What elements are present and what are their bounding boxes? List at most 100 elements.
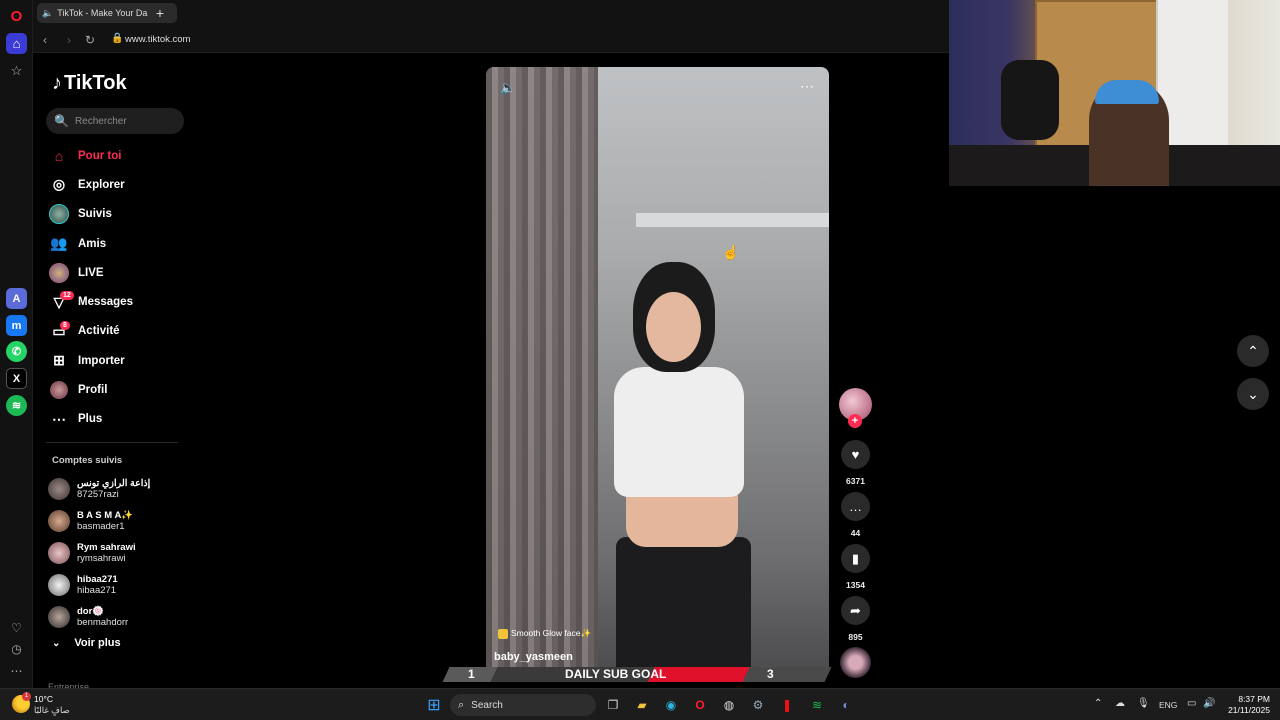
- speaker-icon[interactable]: 🔈: [42, 8, 53, 19]
- microphone-icon[interactable]: 🎙: [1137, 698, 1150, 709]
- avatar: [48, 606, 70, 628]
- nav-explorer[interactable]: ◎ Explorer: [46, 170, 186, 199]
- nav-label: Plus: [78, 413, 103, 426]
- network-icon[interactable]: ▭: [1187, 698, 1196, 709]
- nav-amis[interactable]: 👥 Amis: [46, 229, 186, 258]
- nav-activite[interactable]: ▭ 8 Activité: [46, 317, 186, 346]
- whatsapp-icon[interactable]: ✆: [6, 341, 27, 362]
- taskbar-clock[interactable]: 8:37 PM 21/11/2025: [1226, 694, 1270, 716]
- follow-plus-icon[interactable]: +: [848, 414, 862, 428]
- mouse-cursor-icon: ☝: [722, 244, 740, 260]
- windows-start-icon[interactable]: ⊞: [425, 696, 443, 714]
- followed-account[interactable]: Rym sahrawi rymsahrawi: [48, 537, 188, 569]
- aria-icon[interactable]: A: [6, 288, 27, 309]
- tiktok-logo[interactable]: ♪ TikTok: [52, 72, 127, 95]
- comment-count: 44: [850, 528, 861, 538]
- nav-suivis[interactable]: Suivis: [46, 200, 186, 229]
- nav-importer[interactable]: ⊞ Importer: [46, 346, 186, 375]
- tray-chevron-icon[interactable]: ⌃: [1094, 698, 1102, 709]
- like-icon[interactable]: ♥: [841, 440, 870, 469]
- heart-icon[interactable]: ♡: [6, 619, 27, 637]
- opera-taskbar-icon[interactable]: O: [691, 696, 709, 714]
- weather-description[interactable]: صافٍ غالبًا: [34, 705, 70, 716]
- history-icon[interactable]: ◷: [6, 640, 27, 658]
- weather-temperature[interactable]: 10°C: [34, 694, 53, 704]
- file-explorer-icon[interactable]: ▰: [633, 696, 651, 714]
- chevron-down-icon: ⌄: [52, 637, 61, 649]
- lock-icon: 🔒: [111, 33, 124, 44]
- effect-tag[interactable]: Smooth Glow face✨: [498, 628, 591, 639]
- account-name: dor🍥: [77, 606, 105, 617]
- nav-live[interactable]: LIVE: [46, 258, 186, 287]
- new-tab-icon[interactable]: +: [151, 4, 169, 22]
- address-bar: ‹ › ↻ 🔒 www.tiktok.com: [33, 27, 949, 53]
- followed-account[interactable]: dor🍥 benmahdorr: [48, 601, 188, 633]
- search-input[interactable]: [74, 115, 175, 127]
- volume-icon[interactable]: 🔊: [1203, 698, 1215, 709]
- tab-title: TikTok - Make Your Da: [57, 8, 148, 18]
- video-curtain: [486, 67, 598, 679]
- nav-pour-toi[interactable]: ⌂ Pour toi: [46, 141, 186, 170]
- more-icon[interactable]: ⋯: [6, 662, 27, 680]
- nav-profil[interactable]: Profil: [46, 375, 186, 404]
- account-handle: hibaa271: [77, 585, 117, 596]
- sub-goal-current: 1: [468, 667, 475, 681]
- red-app-icon[interactable]: ❚: [778, 696, 796, 714]
- nav-plus[interactable]: ⋯ Plus: [46, 405, 186, 434]
- chevron-down-icon: ⌄: [1247, 385, 1259, 402]
- messenger-icon[interactable]: m: [6, 315, 27, 336]
- nav-messages[interactable]: ▽ 12 Messages: [46, 287, 186, 316]
- opera-logo-icon[interactable]: O: [6, 6, 27, 27]
- back-icon[interactable]: ‹: [37, 32, 53, 48]
- followed-account[interactable]: hibaa271 hibaa271: [48, 569, 188, 601]
- video-figure-face: [646, 292, 701, 362]
- spotify-taskbar-icon[interactable]: ≋: [808, 696, 826, 714]
- avatar: [48, 510, 70, 532]
- steam-icon[interactable]: ⚙: [749, 696, 767, 714]
- star-icon[interactable]: ☆: [6, 60, 27, 81]
- webcam-backpack: [1001, 60, 1059, 140]
- obs-icon[interactable]: ◍: [720, 696, 738, 714]
- video-author[interactable]: baby_yasmeen: [494, 651, 573, 663]
- effect-label: Smooth Glow face✨: [511, 628, 592, 638]
- more-options-icon[interactable]: ⋯: [800, 78, 815, 95]
- account-handle: basmader1: [77, 521, 125, 532]
- discord-icon[interactable]: ◐: [837, 696, 855, 714]
- previous-video-button[interactable]: ⌃: [1237, 335, 1269, 367]
- followed-account[interactable]: إذاعة الرازي تونس 87257razi: [48, 473, 188, 505]
- chevron-up-icon: ⌃: [1247, 342, 1259, 359]
- sub-goal-target: 3: [767, 667, 774, 681]
- windows-taskbar: 1 10°C صافٍ غالبًا ⊞ ⌕ Search ❐ ▰ ◉ O ◍ …: [0, 688, 1280, 720]
- nav-label: Suivis: [78, 208, 112, 221]
- next-video-button[interactable]: ⌄: [1237, 378, 1269, 410]
- music-disc-icon[interactable]: [840, 647, 871, 678]
- forward-icon[interactable]: ›: [61, 32, 77, 48]
- home-icon[interactable]: ⌂: [6, 33, 27, 54]
- account-name: Rym sahrawi: [77, 542, 136, 553]
- save-count: 1354: [846, 580, 865, 590]
- language-indicator[interactable]: ENG: [1159, 700, 1177, 710]
- search-box[interactable]: 🔍: [46, 108, 184, 134]
- bookmark-icon[interactable]: ▮: [841, 544, 870, 573]
- x-icon[interactable]: X: [6, 368, 27, 389]
- followed-accounts-title: Comptes suivis: [52, 455, 123, 466]
- comment-icon[interactable]: …: [841, 492, 870, 521]
- taskbar-search[interactable]: ⌕ Search: [450, 694, 596, 716]
- sub-goal-right-plate: [742, 667, 832, 682]
- spotify-icon[interactable]: ≋: [6, 395, 27, 416]
- edge-icon[interactable]: ◉: [662, 696, 680, 714]
- see-more-button[interactable]: ⌄ Voir plus: [52, 637, 121, 649]
- task-view-icon[interactable]: ❐: [604, 696, 622, 714]
- account-handle: 87257razi: [77, 489, 119, 500]
- video-player[interactable]: 🔈 ⋯ Smooth Glow face✨ baby_yasmeen: [486, 67, 829, 679]
- followed-account[interactable]: B A S M A✨ basmader1: [48, 505, 188, 537]
- compass-icon: ◎: [52, 176, 66, 193]
- opera-sidebar: O ⌂ ☆ A m ✆ X ≋ ♡ ◷ ⋯: [0, 0, 33, 688]
- share-icon[interactable]: ➦: [841, 596, 870, 625]
- url-field[interactable]: www.tiktok.com: [125, 34, 190, 45]
- volume-icon[interactable]: 🔈: [500, 80, 516, 96]
- reload-icon[interactable]: ↻: [82, 32, 98, 48]
- taskbar-search-label: Search: [471, 699, 503, 711]
- live-icon: [46, 262, 72, 283]
- onedrive-icon[interactable]: ☁: [1115, 698, 1125, 709]
